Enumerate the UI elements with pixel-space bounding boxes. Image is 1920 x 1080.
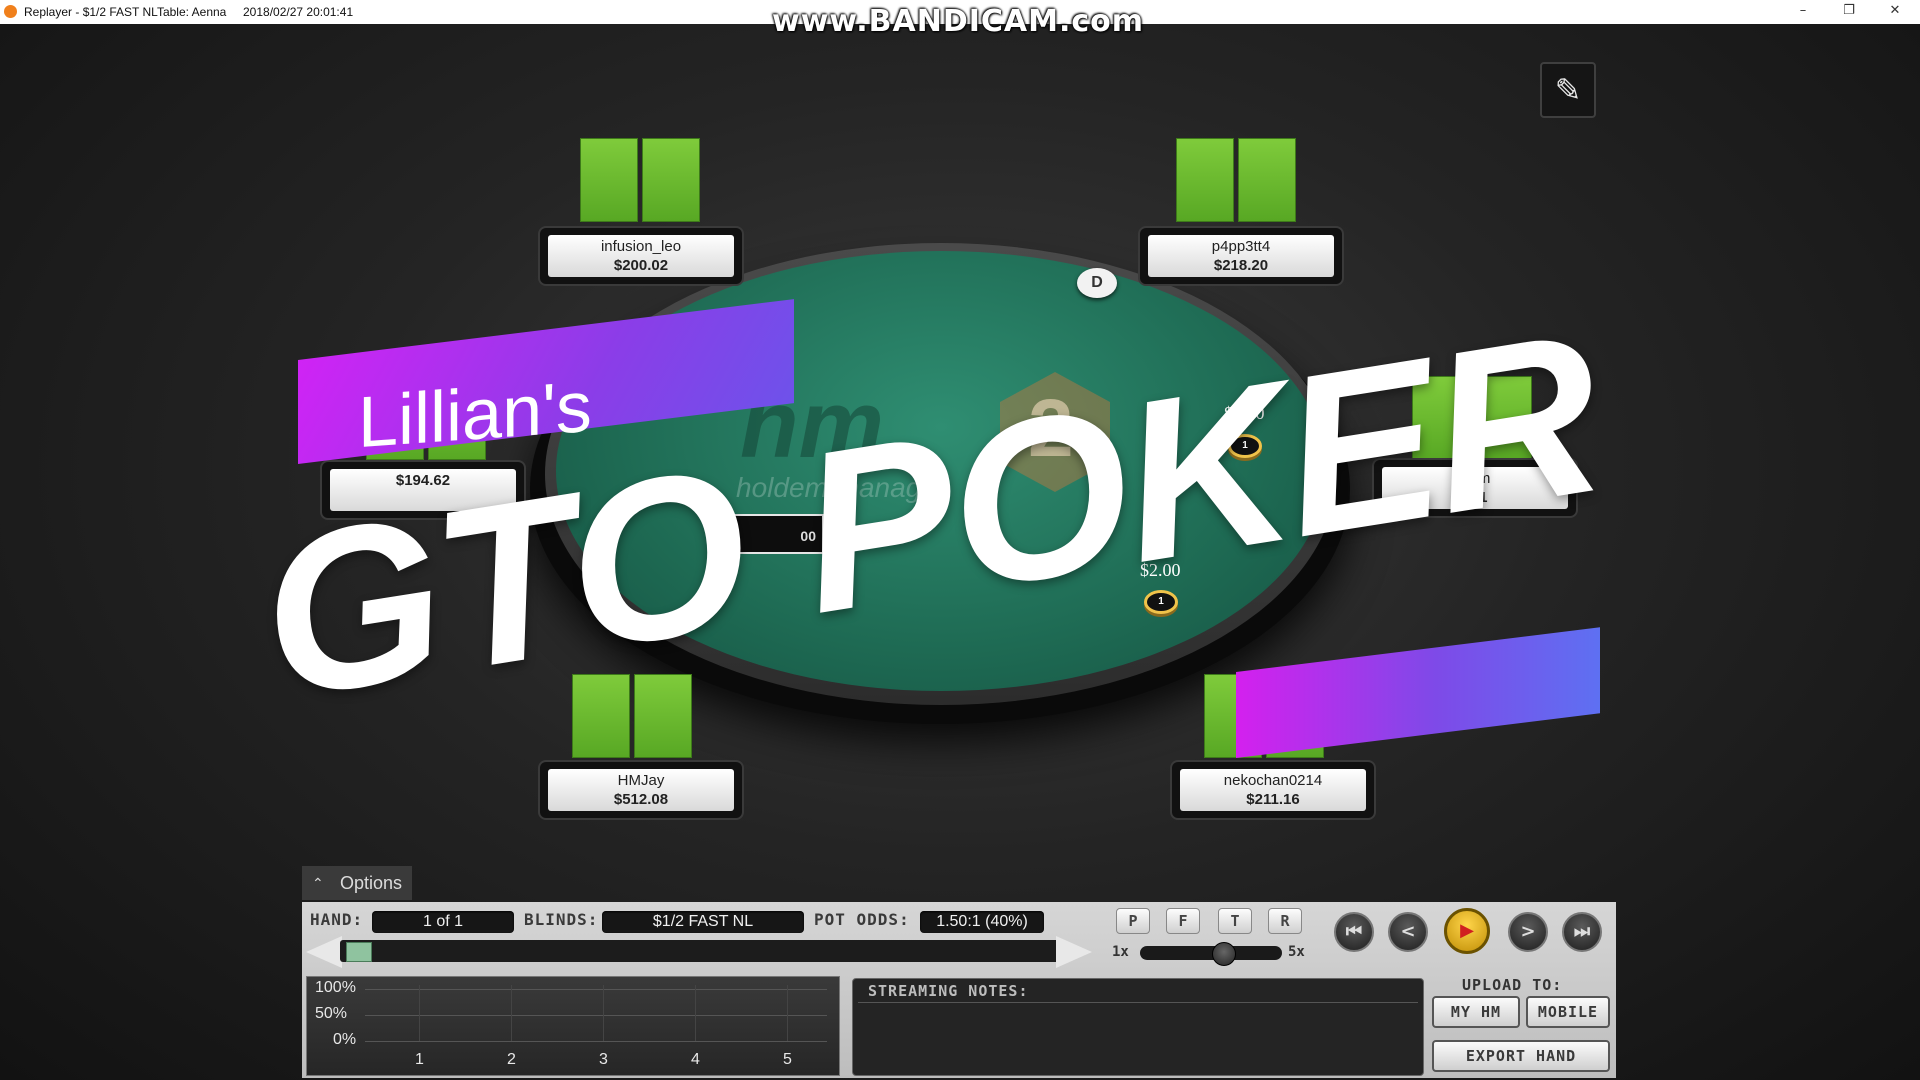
player-name: nekochan0214	[1223, 772, 1323, 789]
export-hand-button[interactable]: EXPORT HAND	[1432, 1040, 1610, 1072]
player-plate[interactable]: p4pp3tt4 $218.20	[1140, 228, 1342, 284]
last-hand-icon[interactable]: ⏭	[1562, 912, 1602, 952]
player-plate[interactable]: infusion_leo $200.02	[540, 228, 742, 284]
player-plate[interactable]: HMJay $512.08	[540, 762, 742, 818]
play-icon[interactable]: ▶	[1444, 908, 1490, 954]
player-stack: $200.02	[613, 257, 669, 274]
speed-slider-knob[interactable]	[1212, 942, 1236, 966]
blinds-field: $1/2 FAST NL	[602, 911, 804, 933]
hole-cards	[1176, 138, 1298, 222]
flop-button[interactable]: F	[1166, 908, 1200, 934]
pencil-icon[interactable]: ✎	[1540, 62, 1596, 118]
speed-min-label: 1x	[1112, 944, 1129, 960]
player-name: infusion_leo	[600, 238, 682, 255]
card-back	[642, 138, 700, 222]
chevron-up-icon: ⌃	[312, 875, 324, 891]
y-axis-label: 100%	[315, 979, 356, 996]
options-toggle[interactable]: ⌃ Options	[302, 866, 412, 900]
minimize-button[interactable]: –	[1780, 0, 1826, 22]
x-axis-label: 4	[691, 1051, 700, 1068]
timeline-left-arrow[interactable]	[306, 936, 342, 968]
grid-line	[603, 985, 604, 1041]
divider	[858, 1002, 1418, 1003]
speed-slider[interactable]	[1140, 946, 1282, 960]
timeline-track[interactable]	[340, 940, 1060, 962]
card-back	[1176, 138, 1234, 222]
mobile-button[interactable]: MOBILE	[1526, 996, 1610, 1028]
timeline-right-arrow[interactable]	[1056, 936, 1092, 968]
grid-line	[365, 1015, 827, 1016]
pot-odds-label: POT ODDS:	[814, 910, 910, 929]
timeline-thumb[interactable]	[346, 942, 372, 962]
player-name: HMJay	[617, 772, 665, 789]
card-back	[1238, 138, 1296, 222]
upload-to-label: UPLOAD TO:	[1462, 976, 1563, 994]
speed-max-label: 5x	[1288, 944, 1305, 960]
previous-icon[interactable]: <	[1388, 912, 1428, 952]
grid-line	[511, 985, 512, 1041]
equity-graph: 100% 50% 0% 1 2 3 4 5	[306, 976, 840, 1076]
player-name: p4pp3tt4	[1211, 238, 1271, 255]
river-button[interactable]: R	[1268, 908, 1302, 934]
turn-button[interactable]: T	[1218, 908, 1252, 934]
blinds-label: BLINDS:	[524, 910, 599, 929]
hand-label: HAND:	[310, 910, 364, 929]
app-icon	[4, 5, 17, 18]
next-icon[interactable]: >	[1508, 912, 1548, 952]
y-axis-label: 0%	[333, 1031, 357, 1048]
restore-button[interactable]: ❐	[1826, 0, 1872, 22]
player-plate[interactable]: nekochan0214 $211.16	[1172, 762, 1374, 818]
grid-line	[695, 985, 696, 1041]
hand-field: 1 of 1	[372, 911, 514, 933]
player-stack: $218.20	[1213, 257, 1269, 274]
streaming-notes-title: STREAMING NOTES:	[868, 982, 1029, 1000]
grid-line	[419, 985, 420, 1041]
options-label: Options	[340, 873, 403, 893]
hole-cards	[580, 138, 702, 222]
preflop-button[interactable]: P	[1116, 908, 1150, 934]
y-axis-label: 50%	[315, 1005, 348, 1022]
grid-line	[365, 989, 827, 990]
grid-line	[787, 985, 788, 1041]
x-axis-label: 2	[507, 1051, 516, 1068]
my-hm-button[interactable]: MY HM	[1432, 996, 1520, 1028]
window-title: Replayer - $1/2 FAST NLTable: Aenna 2018…	[24, 5, 354, 19]
x-axis-label: 5	[783, 1051, 792, 1068]
watermark: www.BANDICAM.com	[772, 4, 1145, 39]
dealer-button: D	[1077, 268, 1117, 298]
card-back	[580, 138, 638, 222]
x-axis-label: 1	[415, 1051, 424, 1068]
close-button[interactable]: ✕	[1872, 0, 1918, 22]
first-hand-icon[interactable]: ⏮	[1334, 912, 1374, 952]
grid-line	[365, 1041, 827, 1042]
player-stack: $512.08	[613, 791, 669, 808]
pot-odds-field: 1.50:1 (40%)	[920, 911, 1044, 933]
player-stack: $211.16	[1246, 791, 1300, 808]
x-axis-label: 3	[599, 1051, 608, 1068]
